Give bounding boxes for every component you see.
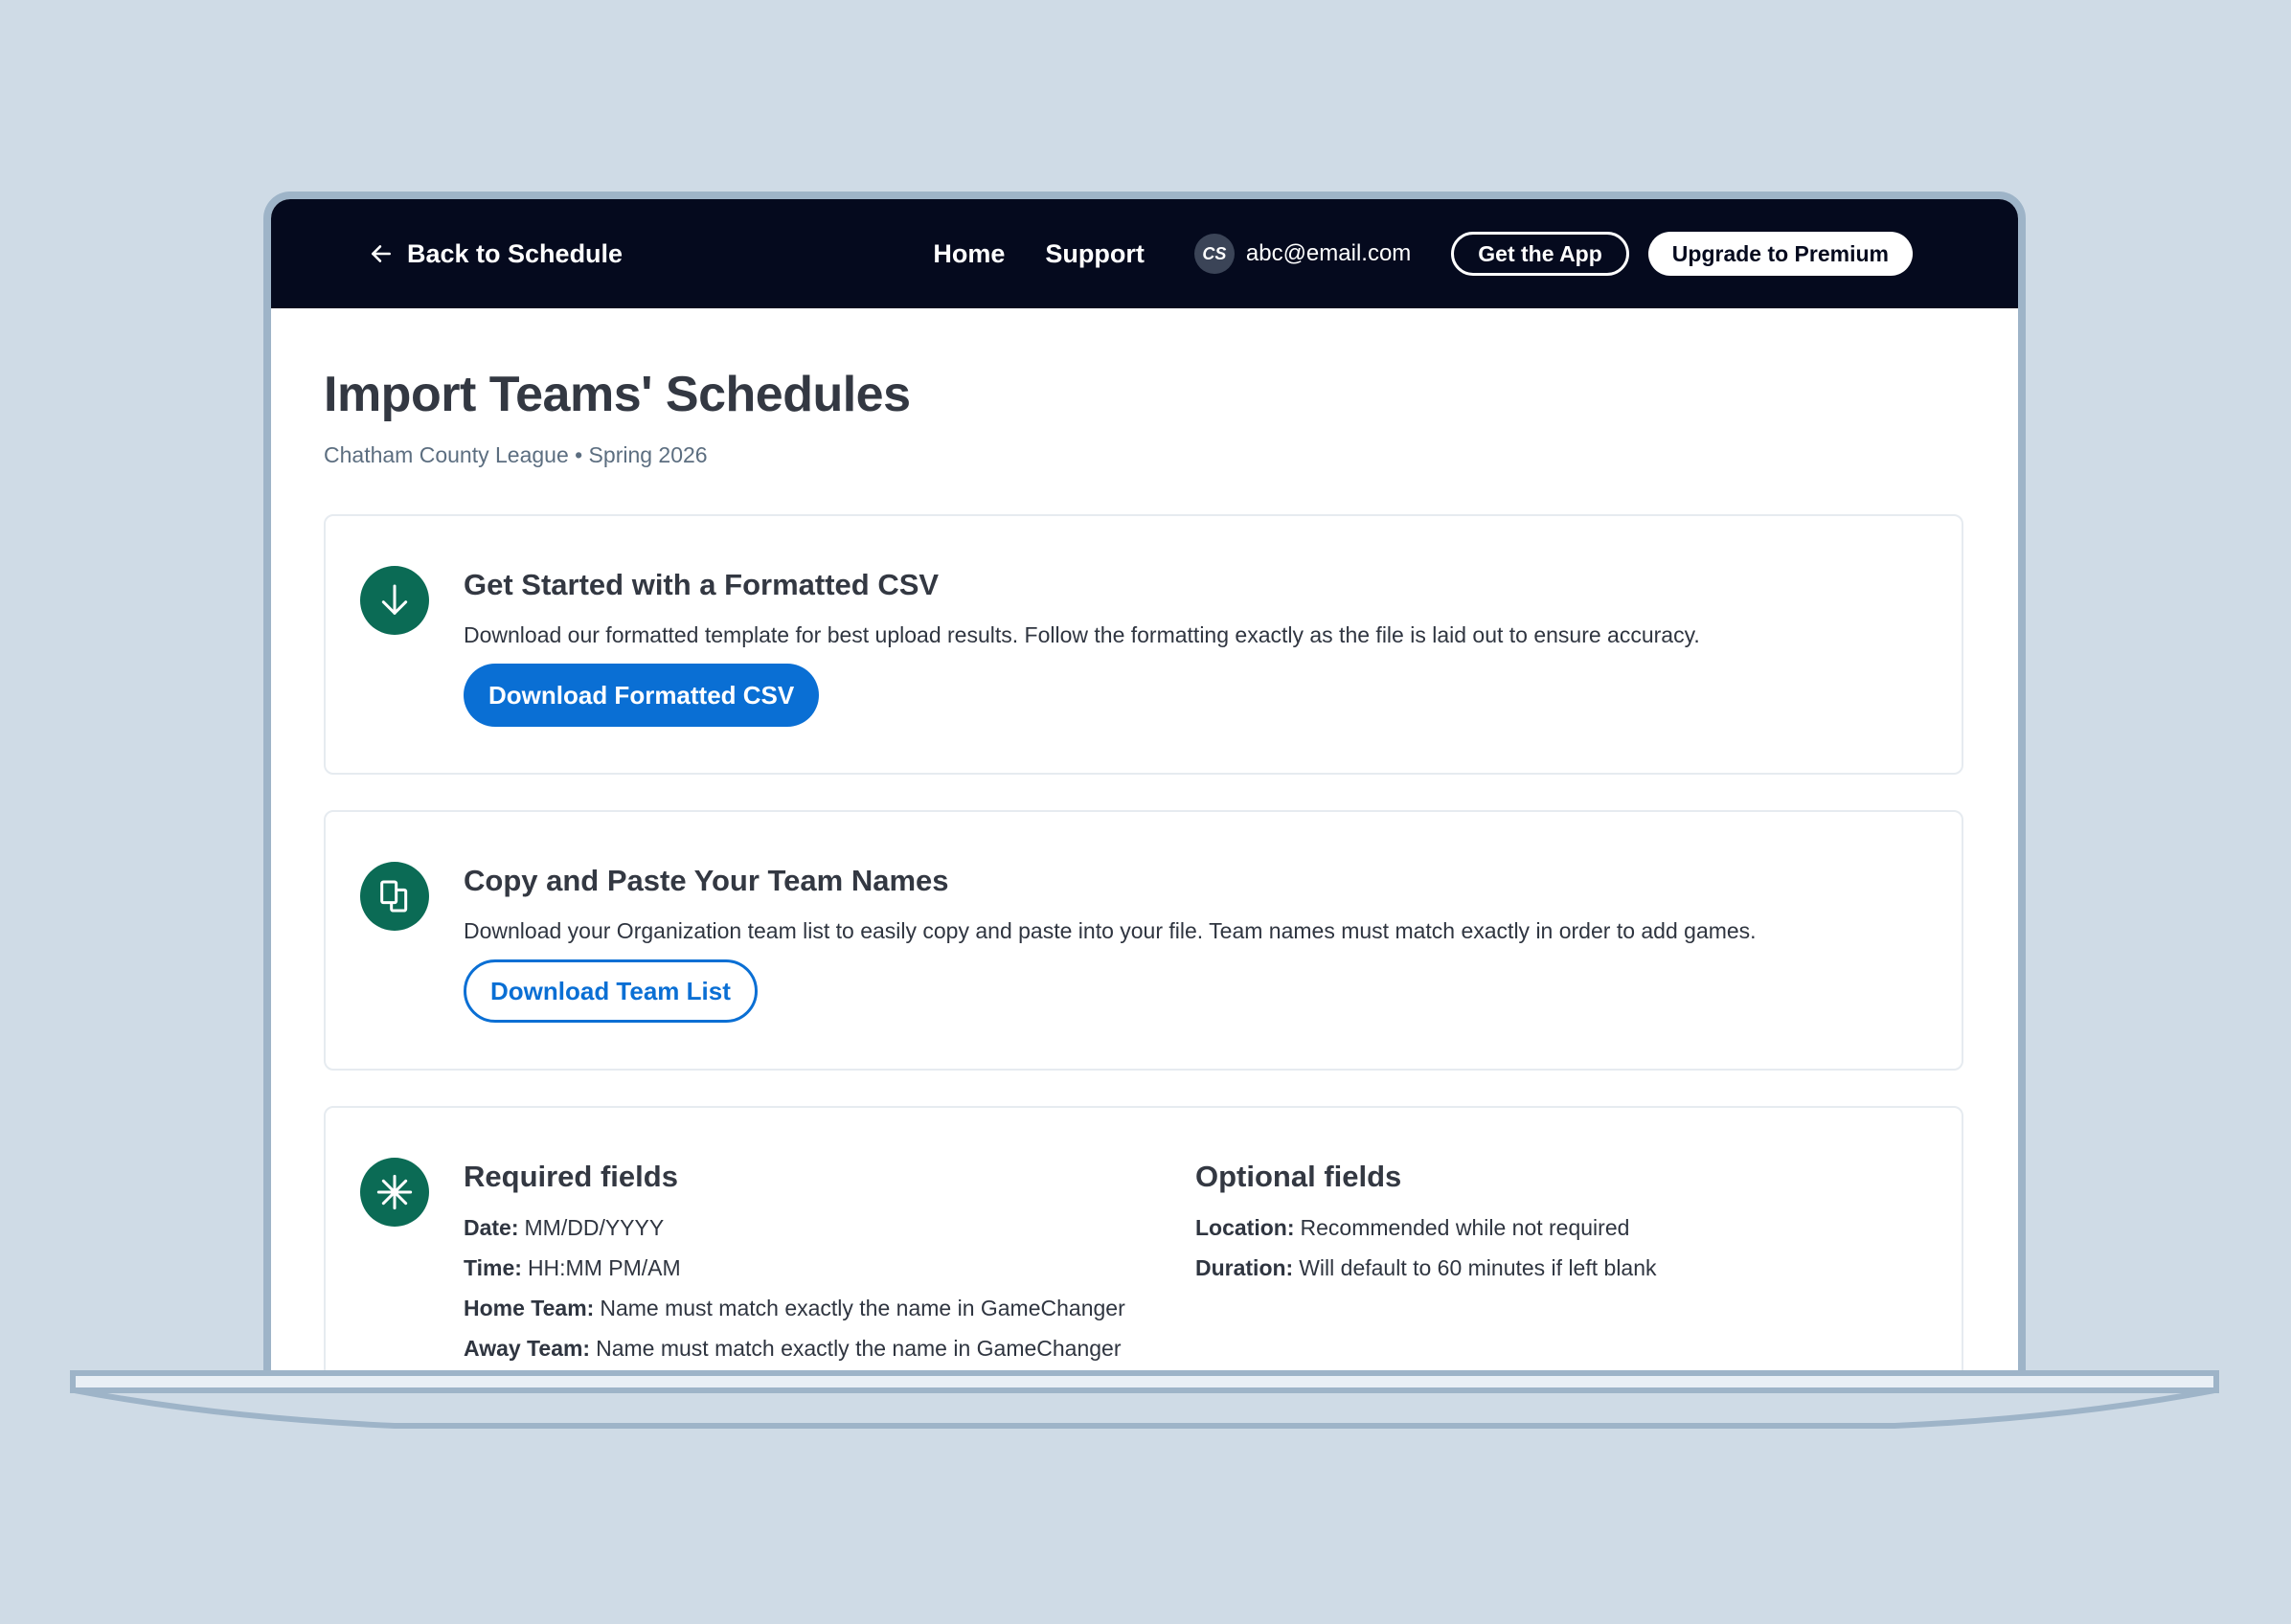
formatted-csv-card: Get Started with a Formatted CSV Downloa… <box>324 514 1963 775</box>
download-team-list-button[interactable]: Download Team List <box>464 959 758 1023</box>
nav-right-group: Home Support CS abc@email.com Get the Ap… <box>933 199 1913 308</box>
field-key: Home Team: <box>464 1296 595 1320</box>
field-key: Location: <box>1195 1215 1295 1240</box>
get-the-app-button[interactable]: Get the App <box>1451 232 1629 276</box>
field-key: Time: <box>464 1255 522 1280</box>
csv-card-description: Download our formatted template for best… <box>464 622 1700 647</box>
field-key: Away Team: <box>464 1336 591 1361</box>
page-title: Import Teams' Schedules <box>324 367 911 422</box>
field-value: Name must match exactly the name in Game… <box>600 1296 1125 1320</box>
back-to-schedule-link[interactable]: Back to Schedule <box>369 199 623 308</box>
optional-fields-title: Optional fields <box>1195 1160 1402 1193</box>
top-navbar: Back to Schedule Home Support CS abc@ema… <box>271 199 2018 308</box>
asterisk-icon <box>376 1174 413 1210</box>
required-field-row: Away Team: Name must match exactly the na… <box>464 1328 1125 1368</box>
arrow-left-icon <box>372 245 391 262</box>
field-value: Will default to 60 minutes if left blank <box>1299 1255 1657 1280</box>
nav-support-link[interactable]: Support <box>1045 239 1144 269</box>
optional-fields-column: Optional fields Location: Recommended whi… <box>1195 1160 1657 1288</box>
field-key: Duration: <box>1195 1255 1294 1280</box>
field-value: MM/DD/YYYY <box>524 1215 665 1240</box>
page-subtitle: Chatham County League • Spring 2026 <box>324 442 708 467</box>
csv-card-title: Get Started with a Formatted CSV <box>464 568 940 601</box>
laptop-screen: Back to Schedule Home Support CS abc@ema… <box>263 192 2026 1376</box>
teams-card-title: Copy and Paste Your Team Names <box>464 864 949 897</box>
required-field-row: Home Team: Name must match exactly the na… <box>464 1288 1125 1328</box>
nav-home-link[interactable]: Home <box>933 239 1005 269</box>
optional-field-row: Location: Recommended while not required <box>1195 1207 1657 1248</box>
download-badge <box>360 566 429 635</box>
avatar[interactable]: CS <box>1193 234 1235 274</box>
copy-badge <box>360 862 429 931</box>
copy-icon <box>380 880 408 913</box>
upgrade-premium-button[interactable]: Upgrade to Premium <box>1647 232 1913 276</box>
fields-card: Required fields Date: MM/DD/YYYY Time: HH:… <box>324 1106 1963 1376</box>
teams-card-description: Download your Organization team list to … <box>464 918 1757 943</box>
field-key: Date: <box>464 1215 519 1240</box>
user-email[interactable]: abc@email.com <box>1246 240 1411 267</box>
field-value: Recommended while not required <box>1300 1215 1630 1240</box>
required-fields-title: Required fields <box>464 1160 678 1193</box>
field-value: HH:MM PM/AM <box>527 1255 681 1280</box>
arrow-down-icon <box>381 584 408 615</box>
asterisk-badge <box>360 1158 429 1227</box>
download-formatted-csv-button[interactable]: Download Formatted CSV <box>464 664 820 727</box>
laptop-base <box>70 1370 2219 1429</box>
back-link-label: Back to Schedule <box>407 238 624 268</box>
required-field-row: Date: MM/DD/YYYY <box>464 1207 1125 1248</box>
team-names-card: Copy and Paste Your Team Names Download … <box>324 810 1963 1071</box>
required-field-row: Time: HH:MM PM/AM <box>464 1248 1125 1288</box>
optional-field-row: Duration: Will default to 60 minutes if l… <box>1195 1248 1657 1288</box>
field-value: Name must match exactly the name in Game… <box>596 1336 1122 1361</box>
required-fields-column: Required fields Date: MM/DD/YYYY Time: HH:… <box>464 1160 1125 1368</box>
